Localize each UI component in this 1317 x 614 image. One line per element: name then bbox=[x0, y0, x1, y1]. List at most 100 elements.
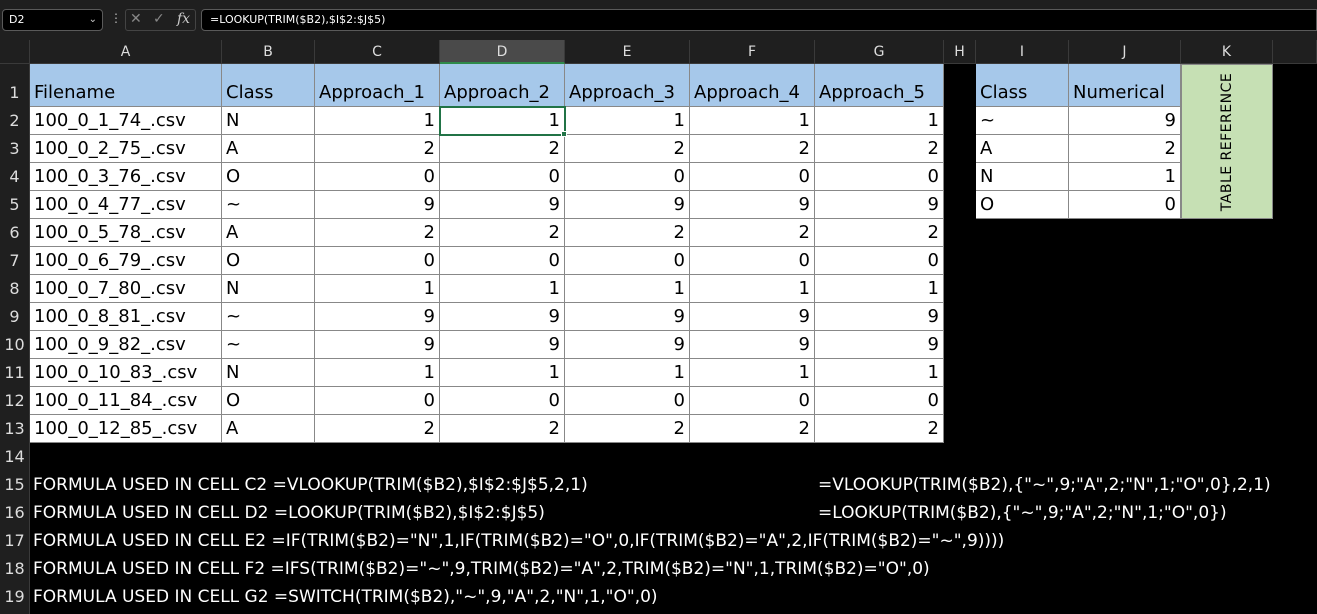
approach-cell[interactable]: 2 bbox=[565, 415, 690, 443]
approach-cell[interactable]: 0 bbox=[565, 387, 690, 415]
approach-cell[interactable]: 1 bbox=[440, 275, 565, 303]
row-header-14[interactable]: 14 bbox=[0, 443, 30, 471]
approach-cell[interactable]: 2 bbox=[440, 415, 565, 443]
approach-cell[interactable]: 1 bbox=[815, 359, 944, 387]
column-header-g[interactable]: G bbox=[815, 40, 944, 64]
approach-cell[interactable]: 0 bbox=[690, 163, 815, 191]
table-header-approach-4[interactable]: Approach_4 bbox=[690, 64, 815, 107]
approach-cell[interactable]: 2 bbox=[565, 135, 690, 163]
column-header-i[interactable]: I bbox=[976, 40, 1069, 64]
fx-icon[interactable]: fx bbox=[177, 11, 190, 27]
table-header-filename[interactable]: Filename bbox=[30, 64, 222, 107]
approach-cell[interactable]: 0 bbox=[815, 387, 944, 415]
column-header-a[interactable]: A bbox=[30, 40, 222, 64]
approach-cell[interactable]: 1 bbox=[315, 359, 440, 387]
filename-cell[interactable]: 100_0_10_83_.csv bbox=[30, 359, 222, 387]
reference-header-class[interactable]: Class bbox=[976, 64, 1069, 107]
approach-cell[interactable]: 2 bbox=[565, 219, 690, 247]
approach-cell[interactable]: 1 bbox=[690, 359, 815, 387]
row-header-4[interactable]: 4 bbox=[0, 163, 30, 191]
row-header-3[interactable]: 3 bbox=[0, 135, 30, 163]
table-header-approach-2[interactable]: Approach_2 bbox=[440, 64, 565, 107]
approach-cell[interactable]: 2 bbox=[690, 415, 815, 443]
column-header-k[interactable]: K bbox=[1181, 40, 1273, 64]
reference-value-cell[interactable]: 0 bbox=[1069, 191, 1181, 219]
class-cell[interactable]: ~ bbox=[222, 303, 315, 331]
approach-cell[interactable]: 1 bbox=[315, 107, 440, 135]
row-header-19[interactable]: 19 bbox=[0, 583, 30, 611]
approach-cell[interactable]: 9 bbox=[815, 191, 944, 219]
fill-handle[interactable] bbox=[561, 131, 567, 137]
row-header-13[interactable]: 13 bbox=[0, 415, 30, 443]
approach-cell[interactable]: 9 bbox=[690, 303, 815, 331]
row-header-18[interactable]: 18 bbox=[0, 555, 30, 583]
table-reference-merged-cell[interactable]: TABLE REFERENCE bbox=[1181, 64, 1273, 219]
approach-cell[interactable]: 2 bbox=[440, 135, 565, 163]
approach-cell[interactable]: 1 bbox=[690, 275, 815, 303]
row-header-15[interactable]: 15 bbox=[0, 471, 30, 499]
row-header-2[interactable]: 2 bbox=[0, 107, 30, 135]
filename-cell[interactable]: 100_0_7_80_.csv bbox=[30, 275, 222, 303]
approach-cell[interactable]: 1 bbox=[815, 275, 944, 303]
approach-cell[interactable]: 2 bbox=[815, 415, 944, 443]
column-header-f[interactable]: F bbox=[690, 40, 815, 64]
filename-cell[interactable]: 100_0_11_84_.csv bbox=[30, 387, 222, 415]
filename-cell[interactable]: 100_0_6_79_.csv bbox=[30, 247, 222, 275]
approach-cell[interactable]: 2 bbox=[315, 415, 440, 443]
column-header-b[interactable]: B bbox=[222, 40, 315, 64]
approach-cell[interactable]: 1 bbox=[690, 107, 815, 135]
approach-cell[interactable]: 1 bbox=[565, 107, 690, 135]
filename-cell[interactable]: 100_0_9_82_.csv bbox=[30, 331, 222, 359]
approach-cell[interactable]: 0 bbox=[315, 387, 440, 415]
reference-value-cell[interactable]: 2 bbox=[1069, 135, 1181, 163]
class-cell[interactable]: A bbox=[222, 219, 315, 247]
filename-cell[interactable]: 100_0_2_75_.csv bbox=[30, 135, 222, 163]
row-header-5[interactable]: 5 bbox=[0, 191, 30, 219]
class-cell[interactable]: N bbox=[222, 107, 315, 135]
name-box[interactable]: D2 ⌄ bbox=[2, 9, 103, 31]
column-header-j[interactable]: J bbox=[1069, 40, 1181, 64]
formula-input[interactable]: =LOOKUP(TRIM($B2),$I$2:$J$5) bbox=[201, 9, 1317, 31]
approach-cell[interactable]: 2 bbox=[315, 219, 440, 247]
class-cell[interactable]: ~ bbox=[222, 191, 315, 219]
row-header-9[interactable]: 9 bbox=[0, 303, 30, 331]
row-header-1[interactable]: 1 bbox=[0, 64, 30, 107]
approach-cell[interactable]: 2 bbox=[690, 135, 815, 163]
reference-class-cell[interactable]: ~ bbox=[976, 107, 1069, 135]
close-icon[interactable]: ✕ bbox=[130, 11, 142, 27]
filename-cell[interactable]: 100_0_8_81_.csv bbox=[30, 303, 222, 331]
filename-cell[interactable]: 100_0_4_77_.csv bbox=[30, 191, 222, 219]
row-header-6[interactable]: 6 bbox=[0, 219, 30, 247]
table-header-class[interactable]: Class bbox=[222, 64, 315, 107]
approach-cell[interactable]: 9 bbox=[690, 331, 815, 359]
reference-value-cell[interactable]: 9 bbox=[1069, 107, 1181, 135]
approach-cell[interactable]: 0 bbox=[315, 247, 440, 275]
reference-value-cell[interactable]: 1 bbox=[1069, 163, 1181, 191]
approach-cell[interactable]: 9 bbox=[440, 331, 565, 359]
approach-cell[interactable]: 0 bbox=[440, 387, 565, 415]
filename-cell[interactable]: 100_0_1_74_.csv bbox=[30, 107, 222, 135]
check-icon[interactable]: ✓ bbox=[153, 11, 165, 27]
approach-cell[interactable]: 9 bbox=[440, 191, 565, 219]
column-header-d[interactable]: D bbox=[440, 40, 565, 64]
column-header-c[interactable]: C bbox=[315, 40, 440, 64]
approach-cell[interactable]: 1 bbox=[440, 359, 565, 387]
table-header-approach-5[interactable]: Approach_5 bbox=[815, 64, 944, 107]
row-header-12[interactable]: 12 bbox=[0, 387, 30, 415]
approach-cell[interactable]: 0 bbox=[565, 247, 690, 275]
approach-cell[interactable]: 2 bbox=[690, 219, 815, 247]
class-cell[interactable]: O bbox=[222, 163, 315, 191]
reference-class-cell[interactable]: A bbox=[976, 135, 1069, 163]
class-cell[interactable]: A bbox=[222, 135, 315, 163]
filename-cell[interactable]: 100_0_3_76_.csv bbox=[30, 163, 222, 191]
approach-cell[interactable]: 0 bbox=[440, 247, 565, 275]
approach-cell[interactable]: 1 bbox=[565, 275, 690, 303]
approach-cell[interactable]: 9 bbox=[815, 303, 944, 331]
column-header-h[interactable]: H bbox=[944, 40, 976, 64]
approach-cell[interactable]: 9 bbox=[315, 191, 440, 219]
approach-cell[interactable]: 9 bbox=[440, 303, 565, 331]
table-header-approach-3[interactable]: Approach_3 bbox=[565, 64, 690, 107]
row-header-16[interactable]: 16 bbox=[0, 499, 30, 527]
reference-class-cell[interactable]: N bbox=[976, 163, 1069, 191]
approach-cell[interactable]: 0 bbox=[690, 387, 815, 415]
